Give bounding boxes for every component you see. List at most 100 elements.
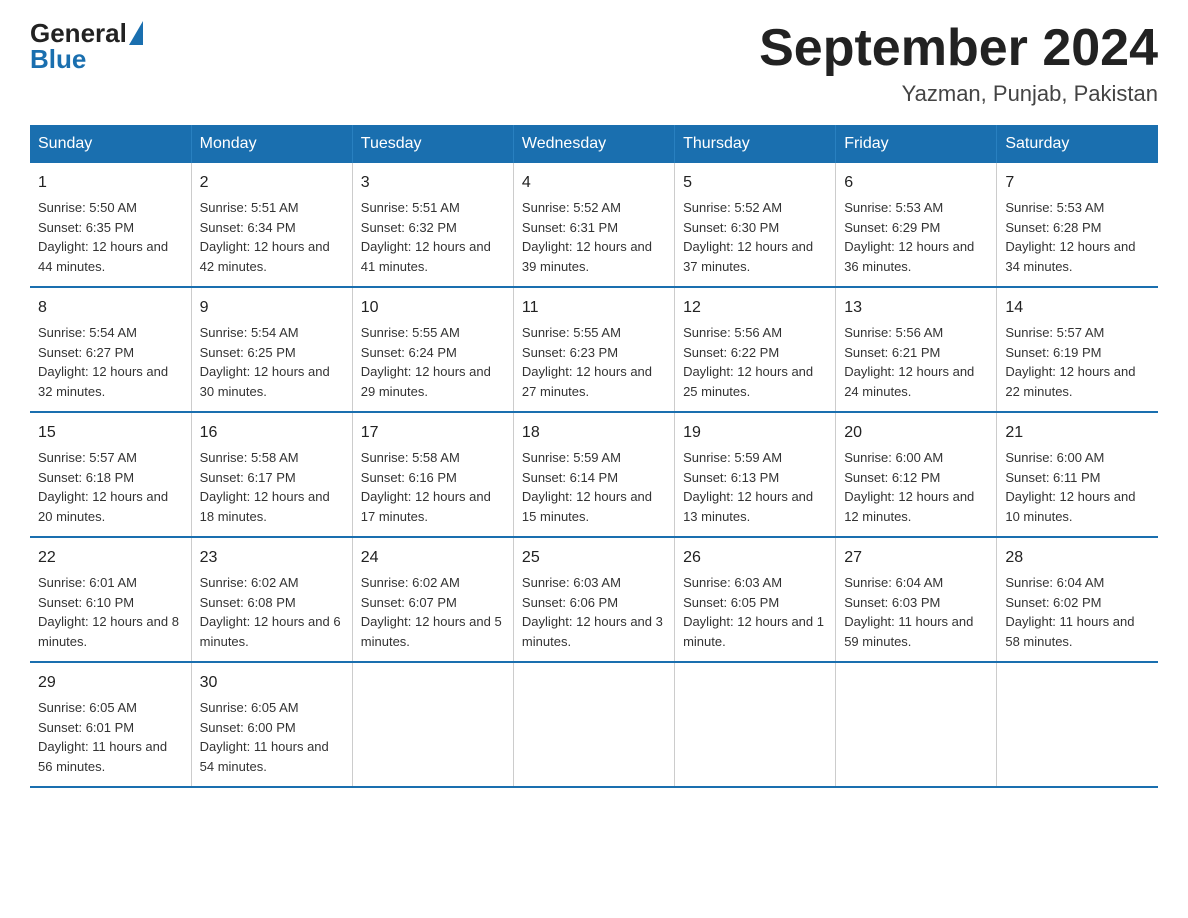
calendar-cell: 11 Sunrise: 5:55 AMSunset: 6:23 PMDayligh… — [513, 287, 674, 412]
day-info: Sunrise: 6:00 AMSunset: 6:11 PMDaylight:… — [1005, 450, 1135, 524]
title-block: September 2024 Yazman, Punjab, Pakistan — [759, 20, 1158, 107]
calendar-cell — [675, 662, 836, 787]
col-thursday: Thursday — [675, 125, 836, 163]
day-info: Sunrise: 6:03 AMSunset: 6:06 PMDaylight:… — [522, 575, 663, 649]
day-number: 13 — [844, 296, 988, 320]
col-wednesday: Wednesday — [513, 125, 674, 163]
calendar-cell: 5 Sunrise: 5:52 AMSunset: 6:30 PMDaylight… — [675, 163, 836, 287]
day-info: Sunrise: 5:59 AMSunset: 6:13 PMDaylight:… — [683, 450, 813, 524]
col-monday: Monday — [191, 125, 352, 163]
calendar-cell: 7 Sunrise: 5:53 AMSunset: 6:28 PMDaylight… — [997, 163, 1158, 287]
day-info: Sunrise: 5:55 AMSunset: 6:23 PMDaylight:… — [522, 325, 652, 399]
calendar-cell: 14 Sunrise: 5:57 AMSunset: 6:19 PMDayligh… — [997, 287, 1158, 412]
day-number: 30 — [200, 671, 344, 695]
day-info: Sunrise: 5:56 AMSunset: 6:21 PMDaylight:… — [844, 325, 974, 399]
day-info: Sunrise: 6:02 AMSunset: 6:08 PMDaylight:… — [200, 575, 341, 649]
calendar-cell: 23 Sunrise: 6:02 AMSunset: 6:08 PMDayligh… — [191, 537, 352, 662]
calendar-header-row: Sunday Monday Tuesday Wednesday Thursday… — [30, 125, 1158, 163]
calendar-cell: 18Sunrise: 5:59 AMSunset: 6:14 PMDayligh… — [513, 412, 674, 537]
day-info: Sunrise: 5:52 AMSunset: 6:30 PMDaylight:… — [683, 200, 813, 274]
day-info: Sunrise: 5:58 AMSunset: 6:17 PMDaylight:… — [200, 450, 330, 524]
calendar-cell: 8Sunrise: 5:54 AMSunset: 6:27 PMDaylight… — [30, 287, 191, 412]
day-number: 25 — [522, 546, 666, 570]
day-number: 6 — [844, 171, 988, 195]
calendar-cell: 21 Sunrise: 6:00 AMSunset: 6:11 PMDayligh… — [997, 412, 1158, 537]
day-info: Sunrise: 5:54 AMSunset: 6:27 PMDaylight:… — [38, 325, 168, 399]
day-info: Sunrise: 5:50 AMSunset: 6:35 PMDaylight:… — [38, 200, 168, 274]
day-number: 11 — [522, 296, 666, 320]
calendar-cell: 12 Sunrise: 5:56 AMSunset: 6:22 PMDayligh… — [675, 287, 836, 412]
day-number: 16 — [200, 421, 344, 445]
calendar-cell — [836, 662, 997, 787]
calendar-cell: 9Sunrise: 5:54 AMSunset: 6:25 PMDaylight… — [191, 287, 352, 412]
day-number: 14 — [1005, 296, 1150, 320]
month-title: September 2024 — [759, 20, 1158, 77]
calendar-cell — [352, 662, 513, 787]
calendar-cell: 3Sunrise: 5:51 AMSunset: 6:32 PMDaylight… — [352, 163, 513, 287]
calendar-cell: 19 Sunrise: 5:59 AMSunset: 6:13 PMDayligh… — [675, 412, 836, 537]
logo-blue: Blue — [30, 44, 86, 74]
calendar-table: Sunday Monday Tuesday Wednesday Thursday… — [30, 125, 1158, 788]
col-saturday: Saturday — [997, 125, 1158, 163]
day-info: Sunrise: 6:05 AMSunset: 6:00 PMDaylight:… — [200, 700, 329, 774]
day-info: Sunrise: 5:58 AMSunset: 6:16 PMDaylight:… — [361, 450, 491, 524]
calendar-cell: 22 Sunrise: 6:01 AMSunset: 6:10 PMDayligh… — [30, 537, 191, 662]
col-friday: Friday — [836, 125, 997, 163]
logo-triangle-icon — [129, 21, 143, 45]
day-number: 19 — [683, 421, 827, 445]
calendar-cell: 28 Sunrise: 6:04 AMSunset: 6:02 PMDayligh… — [997, 537, 1158, 662]
logo-general: General — [30, 20, 127, 46]
day-info: Sunrise: 6:01 AMSunset: 6:10 PMDaylight:… — [38, 575, 179, 649]
day-info: Sunrise: 6:03 AMSunset: 6:05 PMDaylight:… — [683, 575, 824, 649]
day-info: Sunrise: 5:53 AMSunset: 6:29 PMDaylight:… — [844, 200, 974, 274]
calendar-cell — [997, 662, 1158, 787]
day-info: Sunrise: 5:53 AMSunset: 6:28 PMDaylight:… — [1005, 200, 1135, 274]
day-info: Sunrise: 5:52 AMSunset: 6:31 PMDaylight:… — [522, 200, 652, 274]
calendar-week-row: 22 Sunrise: 6:01 AMSunset: 6:10 PMDayligh… — [30, 537, 1158, 662]
day-number: 27 — [844, 546, 988, 570]
day-number: 29 — [38, 671, 183, 695]
calendar-cell: 13 Sunrise: 5:56 AMSunset: 6:21 PMDayligh… — [836, 287, 997, 412]
calendar-cell: 26 Sunrise: 6:03 AMSunset: 6:05 PMDayligh… — [675, 537, 836, 662]
calendar-week-row: 8Sunrise: 5:54 AMSunset: 6:27 PMDaylight… — [30, 287, 1158, 412]
day-info: Sunrise: 5:57 AMSunset: 6:19 PMDaylight:… — [1005, 325, 1135, 399]
day-info: Sunrise: 6:05 AMSunset: 6:01 PMDaylight:… — [38, 700, 167, 774]
day-info: Sunrise: 5:55 AMSunset: 6:24 PMDaylight:… — [361, 325, 491, 399]
calendar-cell: 16 Sunrise: 5:58 AMSunset: 6:17 PMDayligh… — [191, 412, 352, 537]
calendar-week-row: 1 Sunrise: 5:50 AMSunset: 6:35 PMDaylight… — [30, 163, 1158, 287]
day-number: 1 — [38, 171, 183, 195]
calendar-cell: 6 Sunrise: 5:53 AMSunset: 6:29 PMDaylight… — [836, 163, 997, 287]
calendar-cell: 29 Sunrise: 6:05 AMSunset: 6:01 PMDayligh… — [30, 662, 191, 787]
day-number: 10 — [361, 296, 505, 320]
calendar-cell: 27 Sunrise: 6:04 AMSunset: 6:03 PMDayligh… — [836, 537, 997, 662]
calendar-cell: 17Sunrise: 5:58 AMSunset: 6:16 PMDayligh… — [352, 412, 513, 537]
calendar-cell: 4Sunrise: 5:52 AMSunset: 6:31 PMDaylight… — [513, 163, 674, 287]
day-number: 20 — [844, 421, 988, 445]
day-number: 22 — [38, 546, 183, 570]
day-info: Sunrise: 5:56 AMSunset: 6:22 PMDaylight:… — [683, 325, 813, 399]
day-info: Sunrise: 5:57 AMSunset: 6:18 PMDaylight:… — [38, 450, 168, 524]
day-number: 12 — [683, 296, 827, 320]
col-sunday: Sunday — [30, 125, 191, 163]
day-info: Sunrise: 6:04 AMSunset: 6:03 PMDaylight:… — [844, 575, 973, 649]
calendar-cell: 20 Sunrise: 6:00 AMSunset: 6:12 PMDayligh… — [836, 412, 997, 537]
day-info: Sunrise: 6:00 AMSunset: 6:12 PMDaylight:… — [844, 450, 974, 524]
day-number: 5 — [683, 171, 827, 195]
page-header: General Blue September 2024 Yazman, Punj… — [30, 20, 1158, 107]
day-number: 24 — [361, 546, 505, 570]
day-info: Sunrise: 6:04 AMSunset: 6:02 PMDaylight:… — [1005, 575, 1134, 649]
calendar-cell: 2Sunrise: 5:51 AMSunset: 6:34 PMDaylight… — [191, 163, 352, 287]
day-info: Sunrise: 5:59 AMSunset: 6:14 PMDaylight:… — [522, 450, 652, 524]
day-info: Sunrise: 5:51 AMSunset: 6:32 PMDaylight:… — [361, 200, 491, 274]
day-number: 26 — [683, 546, 827, 570]
day-info: Sunrise: 6:02 AMSunset: 6:07 PMDaylight:… — [361, 575, 502, 649]
day-number: 2 — [200, 171, 344, 195]
day-number: 7 — [1005, 171, 1150, 195]
day-number: 23 — [200, 546, 344, 570]
day-number: 28 — [1005, 546, 1150, 570]
calendar-cell: 10 Sunrise: 5:55 AMSunset: 6:24 PMDayligh… — [352, 287, 513, 412]
day-number: 9 — [200, 296, 344, 320]
day-number: 21 — [1005, 421, 1150, 445]
calendar-week-row: 15Sunrise: 5:57 AMSunset: 6:18 PMDayligh… — [30, 412, 1158, 537]
calendar-cell: 1 Sunrise: 5:50 AMSunset: 6:35 PMDaylight… — [30, 163, 191, 287]
